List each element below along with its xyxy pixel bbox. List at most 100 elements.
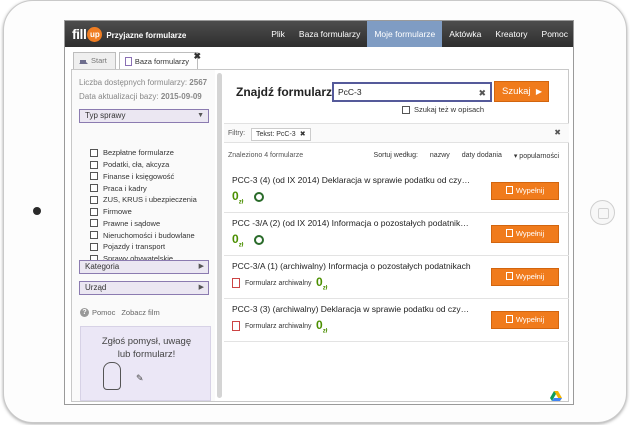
fill-form-button[interactable]: Wypełnij [491,182,559,200]
category-item[interactable]: Firmowe [90,206,197,218]
checkbox[interactable] [90,242,98,251]
search-panel: Znajdź formularz PcC-3 ✖ Szukaj ▶ Szukaj… [224,70,569,401]
category-label: ZUS, KRUS i ubezpieczenia [103,195,197,205]
fill-button-label: Wypełnij [515,272,545,281]
price-value: 0 [316,275,323,289]
fill-form-button[interactable]: Wypełnij [491,268,559,286]
nav-kreatory[interactable]: Kreatory [488,21,534,47]
remove-filter-icon[interactable]: ✖ [300,131,306,138]
category-item[interactable]: Pojazdy i transport [90,241,197,253]
fill-button-label: Wypełnij [515,186,545,195]
checkbox[interactable] [90,160,98,169]
price-value: 0 [232,189,239,203]
result-row: PCC-3/A (1) (archiwalny) Informacja o po… [224,256,569,299]
category-label: Finanse i księgowość [103,171,175,181]
help-icon[interactable]: ? [80,308,89,317]
fill-form-button[interactable]: Wypełnij [491,225,559,243]
arrow-right-icon: ▶ [535,87,542,96]
clear-filters-icon[interactable]: ✖ [554,128,561,137]
category-item[interactable]: Bezpłatne formularze [90,147,197,159]
search-descriptions-option[interactable]: Szukaj też w opisach [402,105,484,114]
tab-baza-formularzy[interactable]: Baza formularzy ✖ [118,51,201,70]
archive-document-icon [232,321,240,331]
category-item[interactable]: Praca i kadry [90,182,197,194]
result-title[interactable]: PCC-3 (3) (archiwalny) Deklaracja w spra… [232,304,472,314]
checkbox[interactable] [90,148,98,157]
case-type-select[interactable]: Typ sprawy ▼ [79,109,209,123]
archive-document-icon [232,278,240,288]
google-drive-icon[interactable] [550,391,562,401]
checkbox[interactable] [90,195,98,204]
e-submission-icon [254,192,264,202]
logo-tagline: Przyjazne formularze [106,31,187,40]
result-price: 0zł [316,275,327,291]
video-link[interactable]: Zobacz film [121,308,159,317]
category-item[interactable]: Podatki, cła, akcyza [90,159,197,171]
checkbox[interactable] [402,105,410,114]
tablet-frame: fill up Przyjazne formularze Plik Baza f… [3,0,627,423]
search-input[interactable]: PcC-3 ✖ [332,82,492,102]
checkbox[interactable] [90,172,98,181]
case-type-list: Bezpłatne formularze Podatki, cła, akcyz… [90,147,197,265]
checkbox[interactable] [90,207,98,216]
feedback-line1: Zgłoś pomysł, uwagę [101,336,192,347]
nav-baza-formularzy[interactable]: Baza formularzy [292,21,367,47]
office-select[interactable]: Urząd ▶ [79,281,209,295]
result-price: 0zł [232,189,243,205]
category-item[interactable]: ZUS, KRUS i ubezpieczenia [90,194,197,206]
tab-baza-label: Baza formularzy [134,56,190,66]
feedback-line2: lub formularz! [117,349,176,360]
result-title[interactable]: PCC-3/A (1) (archiwalny) Informacja o po… [232,261,472,271]
archival-badge: Formularz archiwalny [232,321,312,331]
result-title[interactable]: PCC-3 (4) (od IX 2014) Deklaracja w spra… [232,175,472,185]
checkbox[interactable] [90,231,98,240]
sidebar-scrollbar[interactable] [217,73,222,398]
nav-pomoc[interactable]: Pomoc [535,21,573,47]
search-title: Znajdź formularz [236,85,333,99]
result-title[interactable]: PCC -3/A (2) (od IX 2014) Informacja o p… [232,218,472,228]
office-select-label: Urząd [85,283,107,292]
price-value: 0 [232,232,239,246]
category-label: Pojazdy i transport [103,242,166,252]
checkbox[interactable] [90,219,98,228]
home-icon [79,56,88,64]
pencil-icon: ✎ [136,373,144,383]
tablet-home-button[interactable] [590,200,615,225]
category-select[interactable]: Kategoria ▶ [79,260,209,274]
logo[interactable]: fill up Przyjazne formularze [72,25,186,43]
nav-plik[interactable]: Plik [264,21,292,47]
price-unit: zł [322,285,328,292]
nav-aktowka[interactable]: Aktówka [442,21,488,47]
fill-button-label: Wypełnij [515,315,545,324]
available-forms-stat: Liczba dostępnych formularzy: 2567 [79,78,207,87]
sort-by-popularity[interactable]: ▾ popularności [514,152,559,160]
sort-by-date[interactable]: daty dodania [462,152,502,160]
category-item[interactable]: Prawne i sądowe [90,218,197,230]
category-item[interactable]: Finanse i księgowość [90,171,197,183]
available-label: Liczba dostępnych formularzy: [79,78,188,87]
feedback-banner[interactable]: Zgłoś pomysł, uwagę lub formularz! ✎ [80,326,211,401]
document-icon [124,57,132,66]
filter-chip-label: Tekst: PcC-3 [256,131,296,138]
search-button[interactable]: Szukaj ▶ [494,81,549,102]
help-link[interactable]: Pomoc [92,308,115,317]
sort-by-name[interactable]: nazwy [430,152,450,160]
filter-chip[interactable]: Tekst: PcC-3 ✖ [251,128,311,141]
category-item[interactable]: Nieruchomości i budowlane [90,229,197,241]
clear-icon[interactable]: ✖ [478,85,486,101]
tab-start[interactable]: Start [73,52,116,69]
price-unit: zł [238,199,244,206]
updated-date-stat: Data aktualizacji bazy: 2015-09-09 [79,92,202,101]
content-panel: Liczba dostępnych formularzy: 2567 Data … [71,69,569,402]
tab-bar: Start Baza formularzy ✖ [73,51,201,70]
result-row: PCC -3/A (2) (od IX 2014) Informacja o p… [224,213,569,256]
chevron-right-icon: ▶ [198,263,204,270]
close-tab-icon[interactable]: ✖ [193,48,201,64]
nav-moje-formularze[interactable]: Moje formularze [367,21,443,47]
result-price: 0zł [316,318,327,334]
fill-form-button[interactable]: Wypełnij [491,311,559,329]
checkbox[interactable] [90,184,98,193]
archival-label: Formularz archiwalny [245,279,312,287]
category-label: Prawne i sądowe [103,218,161,228]
filter-sidebar: Liczba dostępnych formularzy: 2567 Data … [72,70,215,401]
